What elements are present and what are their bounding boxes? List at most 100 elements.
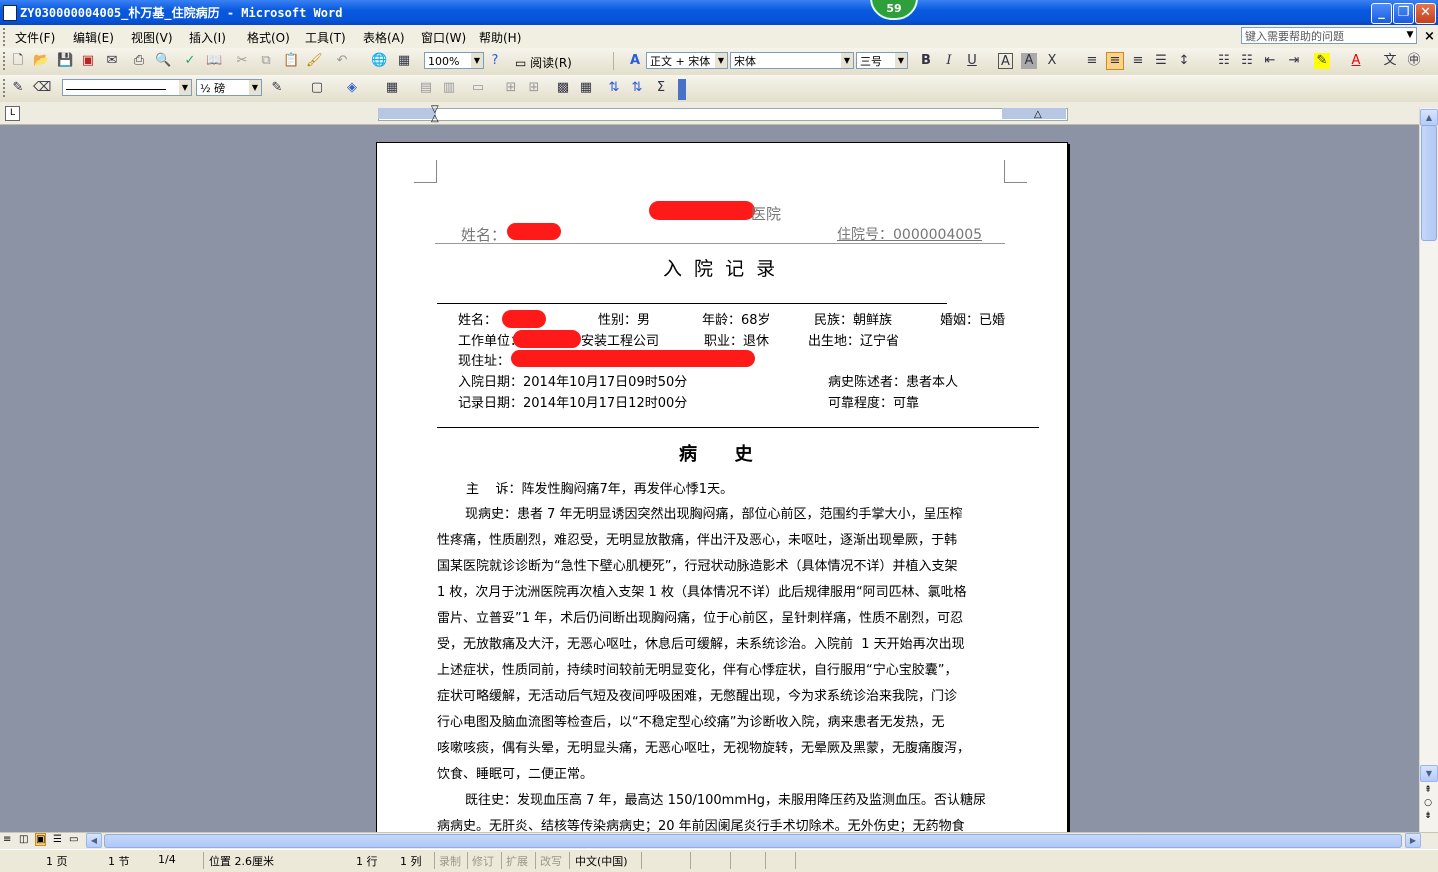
outline-view-icon[interactable]: ☰ <box>53 834 62 845</box>
browse-buttons[interactable]: ⇞ ○ ⇟ <box>1422 784 1434 823</box>
scroll-right-icon[interactable]: ▶ <box>1405 833 1421 848</box>
font-size-select[interactable]: 三号 ▼ <box>856 52 908 69</box>
styles-pane-icon[interactable]: A <box>627 53 643 69</box>
scroll-up-icon[interactable]: ▲ <box>1420 109 1438 126</box>
eraser-icon[interactable]: ⌫ <box>33 80 51 96</box>
next-page-icon[interactable]: ⇟ <box>1424 811 1432 821</box>
select-browse-object-icon[interactable]: ○ <box>1424 798 1432 808</box>
menu-insert[interactable]: 插入(I) <box>189 29 226 46</box>
undo-icon[interactable]: ↶ <box>334 53 350 69</box>
previous-page-icon[interactable]: ⇞ <box>1424 785 1432 795</box>
menu-view[interactable]: 视图(V) <box>131 29 173 46</box>
line-style-select[interactable]: ▼ <box>62 79 192 96</box>
indent-marker-icon[interactable]: ▽ △ <box>431 105 439 124</box>
border-color-icon[interactable]: ✎ <box>269 80 285 96</box>
shading-color-icon[interactable]: ◈ <box>344 80 360 96</box>
font-color-icon[interactable]: A <box>1348 53 1364 69</box>
ruler-body[interactable] <box>378 108 1068 121</box>
print-view-icon[interactable]: ▣ <box>35 833 47 846</box>
merge-cells-icon[interactable]: ▤ <box>418 80 434 96</box>
status-record[interactable]: 录制 <box>439 853 461 869</box>
align-cell-icon[interactable]: ▭ <box>470 80 486 96</box>
char-scale-icon[interactable]: X <box>1044 53 1060 69</box>
hyperlink-icon[interactable]: 🌐 <box>371 53 387 69</box>
print-icon[interactable]: ⎙ <box>131 53 147 69</box>
toolbar-grip[interactable] <box>3 52 8 70</box>
menu-edit[interactable]: 编辑(E) <box>73 29 114 46</box>
document-page[interactable]: 医院 姓名： 住院号：0000004005 入 院 记 录 姓名： 性别：男 年… <box>376 142 1068 844</box>
split-cells-icon[interactable]: ▥ <box>441 80 457 96</box>
copy-icon[interactable]: ⧉ <box>258 53 274 69</box>
char-shading-icon[interactable]: A <box>1021 53 1037 69</box>
menu-file[interactable]: 文件(F) <box>15 29 55 46</box>
decrease-indent-icon[interactable]: ⇤ <box>1262 53 1278 69</box>
reading-layout-button[interactable]: ▭ 阅读(R) <box>515 54 572 71</box>
permission-icon[interactable]: ▣ <box>80 53 96 69</box>
research-icon[interactable]: 📖 <box>206 53 222 69</box>
justify-icon[interactable]: ≡ <box>1084 53 1100 69</box>
spelling-icon[interactable]: ✓ <box>182 53 198 69</box>
hide-gridlines-icon[interactable]: ▦ <box>578 80 594 96</box>
maximize-button[interactable]: ❐ <box>1393 3 1414 24</box>
status-extend[interactable]: 扩展 <box>506 853 528 869</box>
char-border-icon[interactable]: A <box>998 53 1013 69</box>
distribute-rows-icon[interactable]: ⊞ <box>503 80 519 96</box>
reading-view-icon[interactable]: ▭ <box>69 834 78 845</box>
enclose-chars-icon[interactable]: ㊥ <box>1406 53 1422 69</box>
line-spacing-icon[interactable]: ↕ <box>1176 53 1192 69</box>
bold-icon[interactable]: B <box>918 53 934 69</box>
menu-table[interactable]: 表格(A) <box>363 29 405 46</box>
help-dropdown-icon[interactable]: ▼ <box>1404 28 1416 43</box>
tab-selector-icon[interactable]: L <box>5 106 20 121</box>
menu-format[interactable]: 格式(O) <box>247 29 290 46</box>
vertical-scroll-thumb[interactable] <box>1421 125 1437 241</box>
highlight-icon[interactable]: ✎ <box>1314 53 1330 69</box>
right-indent-marker-icon[interactable]: △ <box>1034 109 1042 120</box>
distribute-columns-icon[interactable]: ⊞ <box>526 80 542 96</box>
draw-table-icon[interactable]: ✎ <box>10 80 26 96</box>
font-select[interactable]: 宋体 ▼ <box>730 52 854 69</box>
menu-tools[interactable]: 工具(T) <box>305 29 346 46</box>
email-icon[interactable]: ✉ <box>104 53 120 69</box>
underline-icon[interactable]: U <box>964 53 980 69</box>
phonetic-guide-icon[interactable]: 文 <box>1382 53 1398 69</box>
autosum-icon[interactable]: Σ <box>653 80 669 96</box>
save-icon[interactable]: 💾 <box>57 53 73 69</box>
new-document-icon[interactable]: 🗋 <box>10 53 26 69</box>
align-right-icon[interactable]: ≡ <box>1130 53 1146 69</box>
table-autoformat-icon[interactable]: ▩ <box>555 80 571 96</box>
zoom-select[interactable]: 100% ▼ <box>424 52 484 69</box>
toolbar-grip[interactable] <box>3 28 8 46</box>
align-center-icon[interactable]: ≡ <box>1106 52 1124 70</box>
insert-table-icon[interactable]: ▦ <box>384 80 400 96</box>
table-icon[interactable]: ▦ <box>396 53 412 69</box>
paste-icon[interactable]: 📋 <box>283 53 299 69</box>
scroll-left-icon[interactable]: ◀ <box>86 833 102 848</box>
print-preview-icon[interactable]: 🔍 <box>155 53 171 69</box>
line-weight-select[interactable]: ½ 磅 ▼ <box>196 79 262 96</box>
outside-border-icon[interactable]: ▢ <box>309 80 325 96</box>
toolbar-options-icon[interactable] <box>678 79 686 100</box>
sort-descending-icon[interactable]: ⇅ <box>629 80 645 96</box>
format-painter-icon[interactable]: 🖌 <box>306 53 323 69</box>
cut-icon[interactable]: ✂ <box>234 53 250 69</box>
help-icon[interactable]: ? <box>487 53 503 69</box>
scroll-down-icon[interactable]: ▼ <box>1420 765 1438 782</box>
help-search-input[interactable]: 键入需要帮助的问题 <box>1241 27 1417 44</box>
horizontal-scroll-thumb[interactable] <box>104 834 1402 848</box>
increase-indent-icon[interactable]: ⇥ <box>1286 53 1302 69</box>
bullets-icon[interactable]: ☷ <box>1239 53 1255 69</box>
web-view-icon[interactable]: ◫ <box>19 834 28 845</box>
status-overtype[interactable]: 改写 <box>540 853 562 869</box>
document-close-button[interactable]: × <box>1424 29 1435 44</box>
normal-view-icon[interactable]: ≡ <box>3 834 11 845</box>
menu-window[interactable]: 窗口(W) <box>421 29 466 46</box>
status-track-changes[interactable]: 修订 <box>472 853 494 869</box>
minimize-button[interactable]: _ <box>1371 3 1392 24</box>
close-button[interactable]: ✕ <box>1415 3 1436 24</box>
menu-help[interactable]: 帮助(H) <box>479 29 521 46</box>
italic-icon[interactable]: I <box>941 53 957 69</box>
open-folder-icon[interactable]: 📂 <box>33 53 49 69</box>
style-select[interactable]: 正文 + 宋体 ▼ <box>646 52 728 69</box>
sort-ascending-icon[interactable]: ⇅ <box>606 80 622 96</box>
